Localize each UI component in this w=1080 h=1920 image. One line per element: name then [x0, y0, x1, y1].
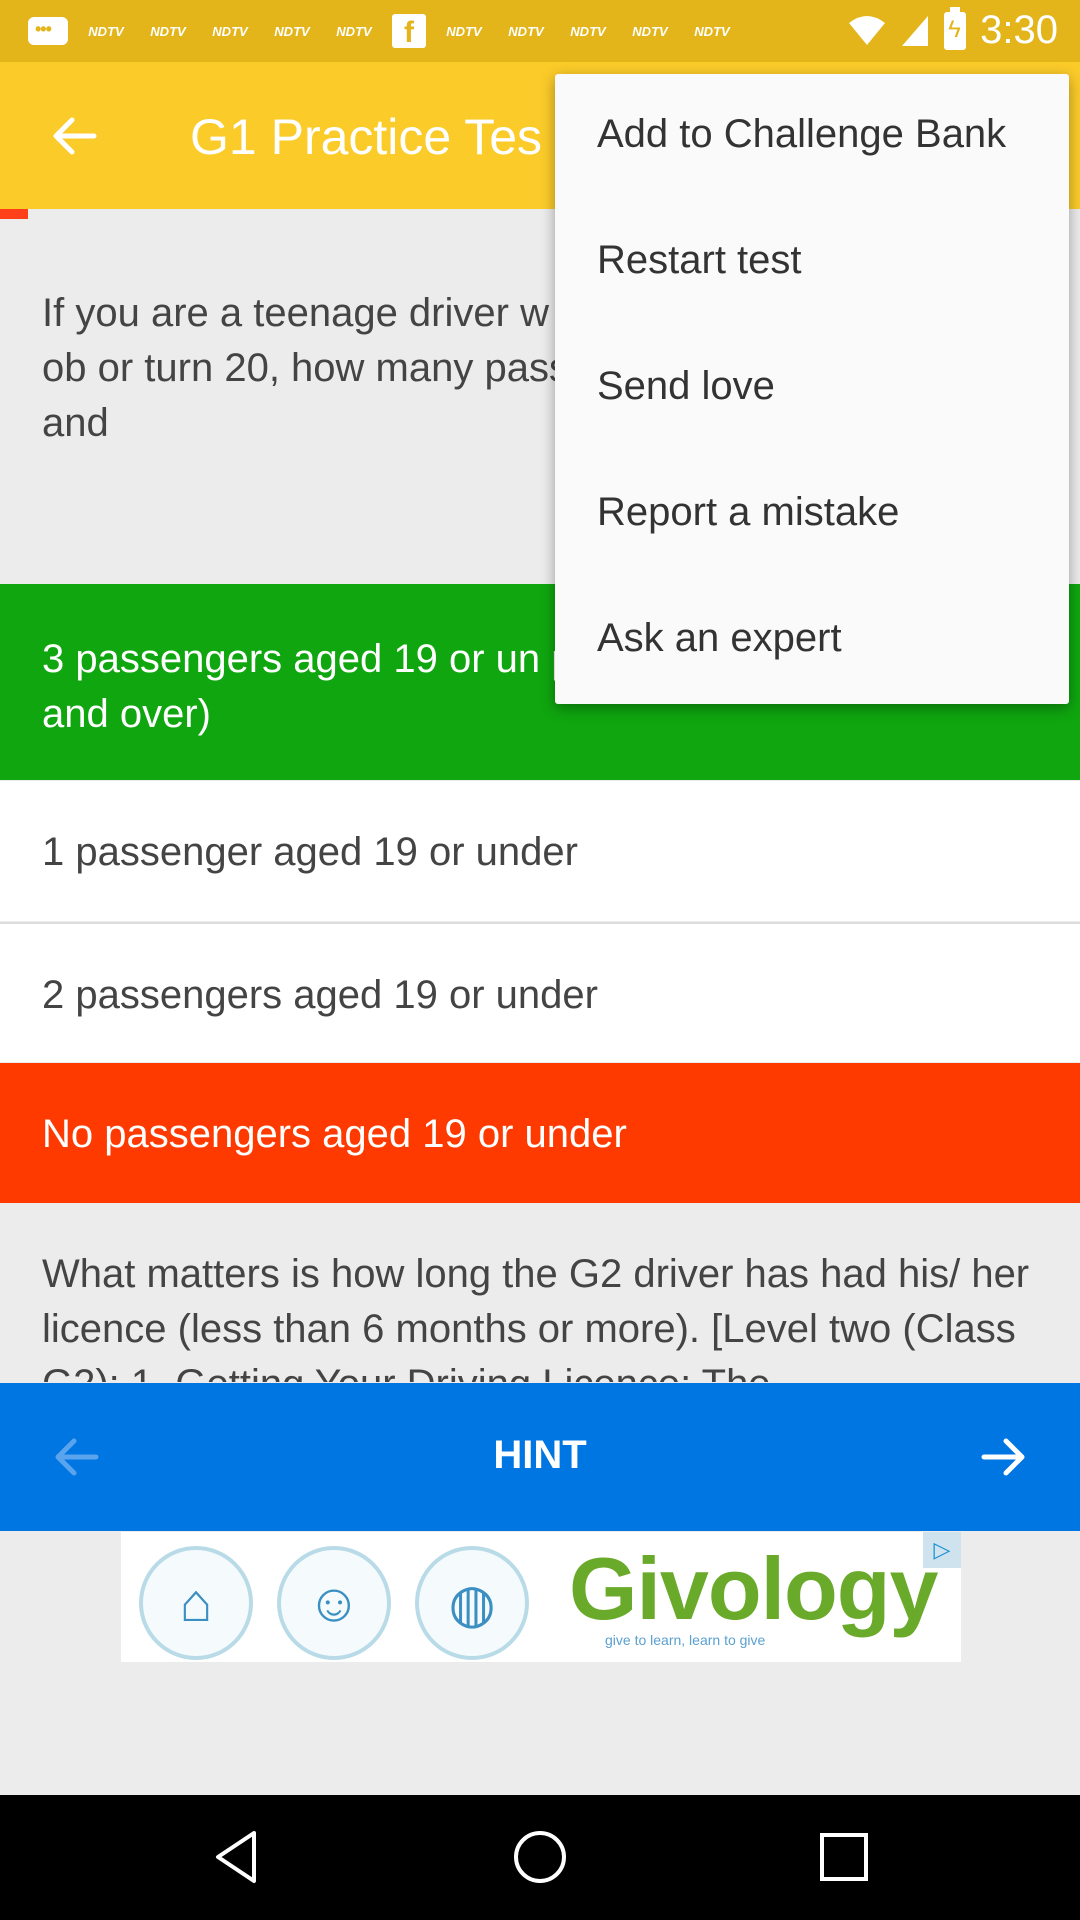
facebook-icon: f [392, 14, 426, 49]
ad-brand-logo: Givology [569, 1539, 938, 1638]
menu-item-ask-expert[interactable]: Ask an expert [555, 578, 1069, 704]
explanation-text: What matters is how long the G2 driver h… [42, 1252, 1030, 1382]
ndtv-notification-icon: NDTV [212, 23, 248, 39]
overflow-menu: Add to Challenge Bank Restart test Send … [555, 74, 1069, 704]
message-icon [28, 17, 68, 45]
next-question-icon[interactable] [974, 1427, 1034, 1487]
answer-option-wrong[interactable]: No passengers aged 19 or under [0, 1063, 1080, 1203]
ndtv-notification-icon: NDTV [88, 23, 124, 39]
status-bar: NDTV NDTV NDTV NDTV NDTV f NDTV NDTV NDT… [0, 0, 1080, 62]
battery-icon [944, 6, 967, 50]
wifi-icon [849, 15, 886, 45]
nav-recents-icon[interactable] [812, 1825, 876, 1889]
nav-back-icon[interactable] [204, 1825, 268, 1889]
ndtv-notification-icon: NDTV [570, 23, 606, 39]
ad-tagline: give to learn, learn to give [605, 1632, 766, 1648]
answer-option[interactable]: 2 passengers aged 19 or under [0, 922, 1080, 1062]
ndtv-notification-icon: NDTV [336, 23, 372, 39]
system-navigation-bar [0, 1795, 1080, 1920]
signal-icon [902, 15, 929, 46]
ad-play-icon[interactable]: ▷ [923, 1532, 961, 1568]
ad-banner[interactable]: ⌂ ☺ ◍ Givology give to learn, learn to g… [121, 1532, 961, 1662]
clock: 3:30 [980, 8, 1058, 52]
notification-icons: NDTV NDTV NDTV NDTV NDTV f NDTV NDTV NDT… [28, 14, 736, 49]
bottom-navigation-bar: HINT [0, 1383, 1080, 1531]
menu-item-send-love[interactable]: Send love [555, 326, 1069, 452]
ndtv-notification-icon: NDTV [694, 23, 730, 39]
ndtv-notification-icon: NDTV [508, 23, 544, 39]
menu-item-restart-test[interactable]: Restart test [555, 200, 1069, 326]
answer-option[interactable]: 1 passenger aged 19 or under [0, 781, 1080, 921]
menu-item-add-to-challenge-bank[interactable]: Add to Challenge Bank [555, 74, 1069, 200]
back-arrow-icon[interactable] [44, 106, 104, 166]
ndtv-notification-icon: NDTV [632, 23, 668, 39]
hint-button[interactable]: HINT [0, 1433, 1080, 1478]
ndtv-notification-icon: NDTV [274, 23, 310, 39]
progress-indicator [0, 209, 28, 219]
nav-home-icon[interactable] [508, 1825, 572, 1889]
graduate-icon: ☺ [277, 1546, 391, 1660]
globe-icon: ◍ [415, 1546, 529, 1660]
ndtv-notification-icon: NDTV [150, 23, 186, 39]
page-title: G1 Practice Tes [190, 109, 543, 165]
school-icon: ⌂ [139, 1546, 253, 1660]
ndtv-notification-icon: NDTV [446, 23, 482, 39]
menu-item-report-mistake[interactable]: Report a mistake [555, 452, 1069, 578]
